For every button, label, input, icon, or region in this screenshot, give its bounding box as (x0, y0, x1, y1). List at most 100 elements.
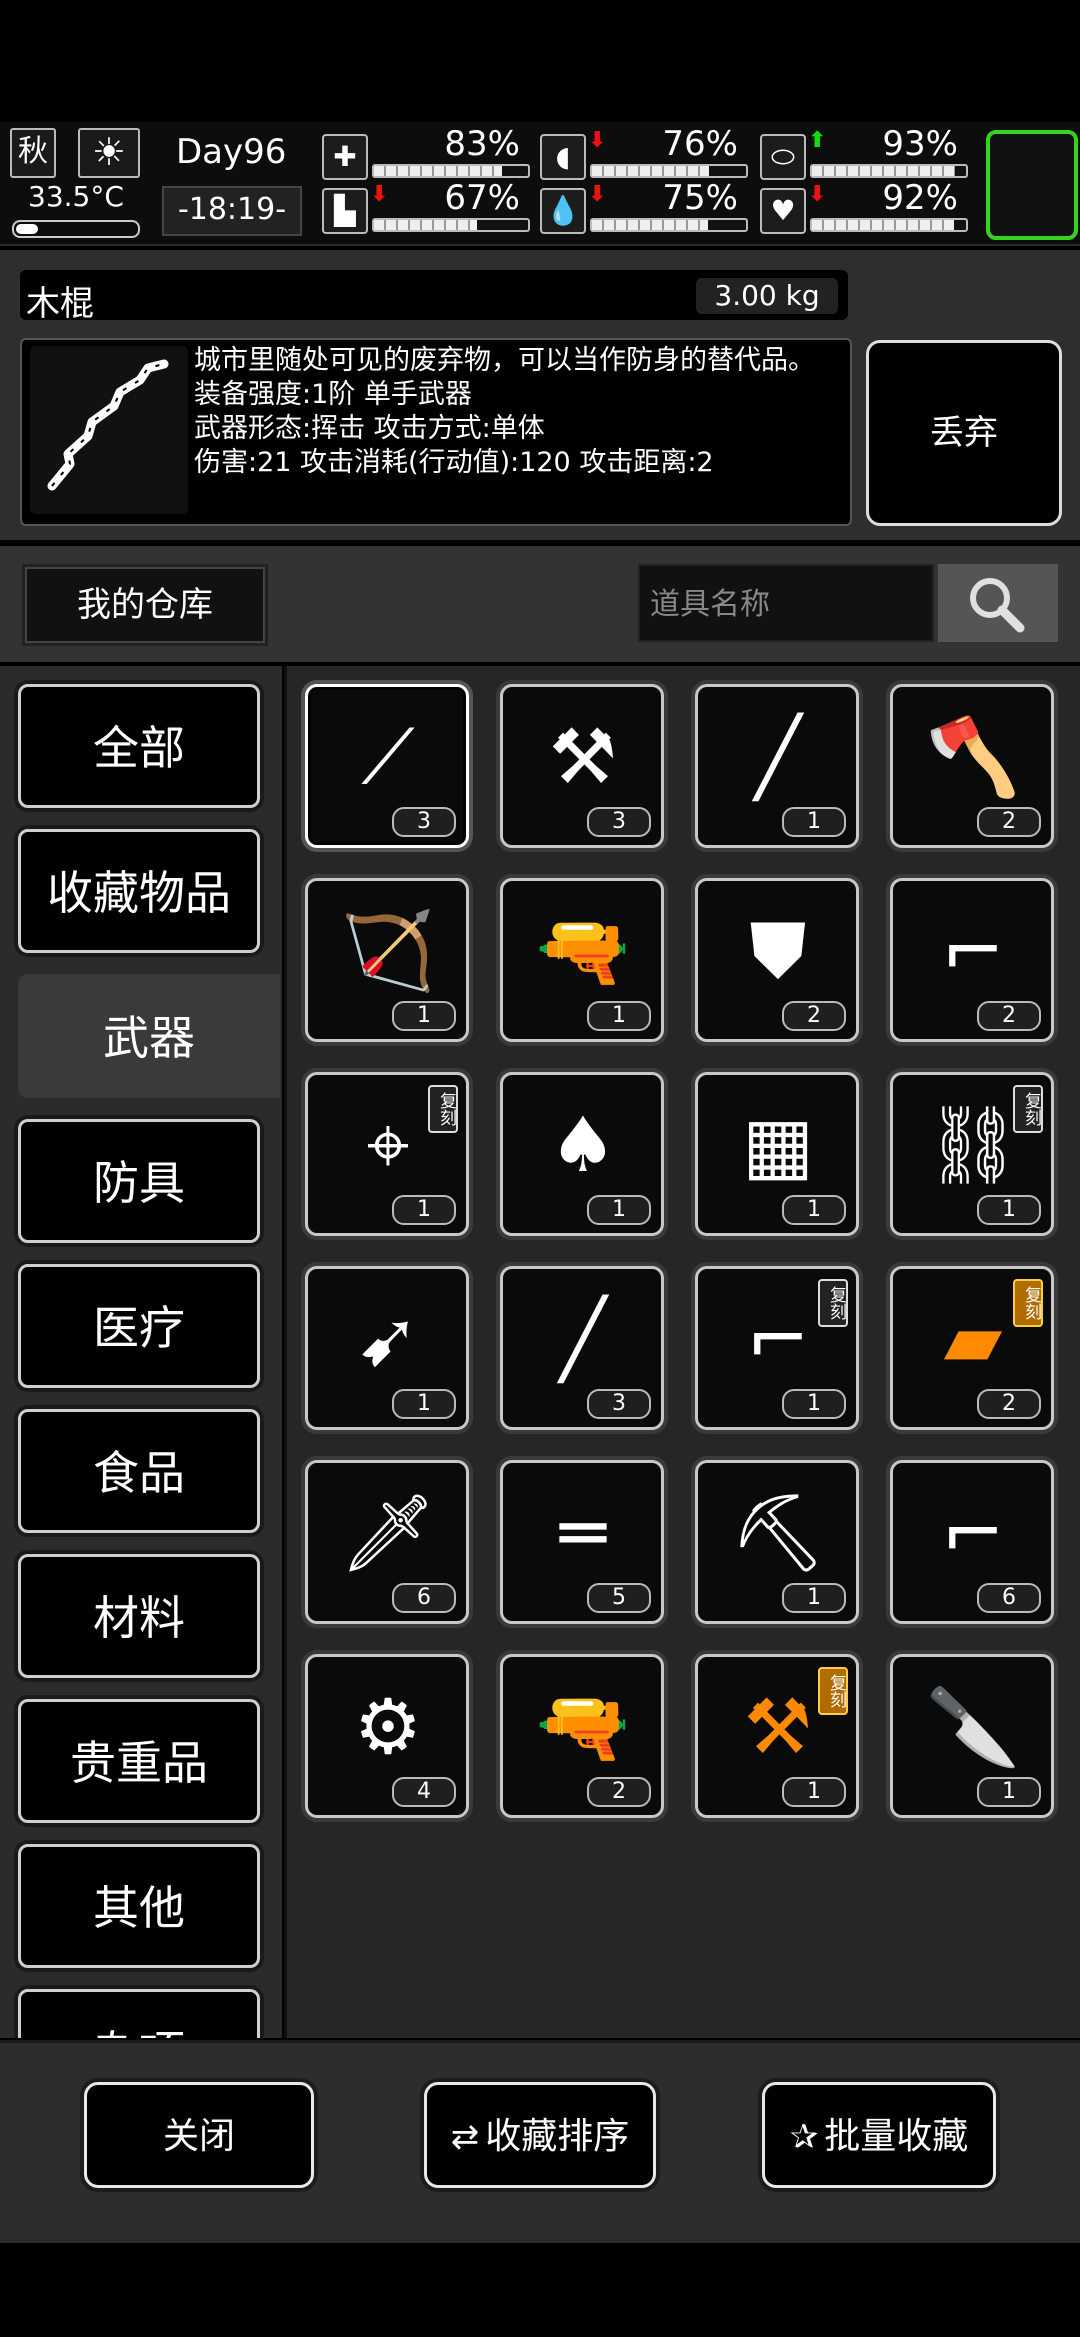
item-slot[interactable]: ➹ 1 (305, 1266, 469, 1430)
category-item[interactable]: 贵重品 (18, 1699, 260, 1823)
replica-badge: 复刻 (818, 1279, 848, 1327)
item-slot[interactable]: ⛓ 复刻 1 (890, 1072, 1054, 1236)
item-slot[interactable]: 🔫 2 (500, 1654, 664, 1818)
category-item[interactable]: 其他 (18, 1844, 260, 1968)
item-count: 2 (782, 1001, 846, 1031)
item-slot[interactable]: ▦ 1 (695, 1072, 859, 1236)
item-slot[interactable]: 🔪 1 (890, 1654, 1054, 1818)
item-slot[interactable]: 🗡 6 (305, 1460, 469, 1624)
item-thumbnail (30, 346, 188, 514)
batch-favorite-label: 批量收藏 (824, 2116, 969, 2157)
screwdriver-icon: ╱ (560, 1294, 606, 1383)
category-item[interactable]: 医疗 (18, 1264, 260, 1388)
item-slot[interactable]: ═ 5 (500, 1460, 664, 1624)
wooden-stick-icon (47, 359, 169, 491)
item-count: 5 (587, 1583, 651, 1613)
quick-slot-button[interactable] (986, 130, 1078, 240)
item-slot[interactable]: ⛊ 2 (695, 878, 859, 1042)
swap-arrows-icon: ⇄ (450, 2117, 480, 2157)
item-description: 城市里随处可见的废弃物，可以当作防身的替代品。 装备强度:1阶 单手武器 武器形… (194, 345, 815, 478)
pistol-icon: 🔫 (535, 1682, 631, 1771)
sun-icon: ☀ (78, 128, 140, 178)
replica-badge: 复刻 (1013, 1279, 1043, 1327)
assault-rifle-icon: ⌐ (941, 906, 1005, 995)
arrow-down-icon: ⬇ (808, 182, 827, 207)
stars-icon: ✰ (789, 2117, 819, 2157)
item-count: 2 (587, 1777, 651, 1807)
riot-shield-icon: ⛊ (749, 906, 807, 995)
item-slot[interactable]: ⚙ 4 (305, 1654, 469, 1818)
close-label: 关闭 (162, 2116, 235, 2157)
stat-bar (372, 218, 530, 232)
category-item[interactable]: 食品 (18, 1409, 260, 1533)
medkit-icon: ✚ (322, 134, 368, 180)
tab-my-warehouse[interactable]: 我的仓库 (22, 564, 268, 646)
nail-gun-icon: ⛏ (729, 1488, 827, 1577)
boot-icon: ▙ (322, 188, 368, 234)
item-slot[interactable]: ▰ 复刻 2 (890, 1266, 1054, 1430)
water-drop-icon: 💧 (540, 188, 586, 234)
category-item[interactable]: 防具 (18, 1119, 260, 1243)
item-count: 2 (977, 1389, 1041, 1419)
baseball-bat-icon: ╱ (755, 712, 801, 801)
category-item[interactable]: 杂项 (18, 1989, 260, 2038)
item-slot[interactable]: ⌐ 6 (890, 1460, 1054, 1624)
item-slot[interactable]: ⟋ 3 (305, 684, 469, 848)
stat-value: 83% (444, 124, 520, 164)
discard-button[interactable]: 丢弃 (866, 340, 1062, 526)
shovel-icon: ♠ (548, 1100, 618, 1189)
compound-bow-icon: 🏹 (340, 906, 436, 995)
season-indicator: 秋 (10, 128, 56, 178)
rocket-launcher-icon: ➹ (356, 1294, 420, 1383)
item-count: 1 (587, 1001, 651, 1031)
day-counter: Day96 (176, 132, 287, 172)
shotgun-icon: ═ (560, 1488, 606, 1577)
item-slot[interactable]: ╱ 1 (695, 684, 859, 848)
category-item[interactable]: 全部 (18, 684, 260, 808)
item-slot[interactable]: ╱ 3 (500, 1266, 664, 1430)
item-slot[interactable]: 🪓 2 (890, 684, 1054, 848)
item-grid: ⟋ 3 ⚒ 3 ╱ 1 🪓 2 🏹 1 🔫 1 ⛊ 2 ⌐ 2 ⌖ 复刻 1 ♠ 1 ▦ 1 ⛓ 复刻 1 ➹ 1 ╱ 3 ⌐ 复刻 1 ▰ 复刻 2… (284, 666, 1080, 2038)
item-slot[interactable]: ⚒ 复刻 1 (695, 1654, 859, 1818)
item-slot[interactable]: ⌖ 复刻 1 (305, 1072, 469, 1236)
rifle-icon: ⌐ (941, 1488, 1005, 1577)
stat-value: 76% (662, 124, 738, 164)
search-input[interactable]: 道具名称 (638, 564, 934, 642)
category-item[interactable]: 收藏物品 (18, 829, 260, 953)
item-count: 4 (392, 1777, 456, 1807)
item-count: 6 (977, 1583, 1041, 1613)
replica-badge: 复刻 (1013, 1085, 1043, 1133)
replica-badge: 复刻 (818, 1667, 848, 1715)
item-slot[interactable]: 🔫 1 (500, 878, 664, 1042)
search-icon (970, 578, 1025, 633)
item-name: 木棍 (26, 284, 94, 324)
item-slot[interactable]: ♠ 1 (500, 1072, 664, 1236)
batch-favorite-button[interactable]: ✰ 批量收藏 (762, 2082, 996, 2188)
temperature-readout: 33.5°C (28, 180, 124, 213)
arrow-down-icon: ⬇ (588, 128, 607, 153)
stomach-icon: ◖ (540, 134, 586, 180)
item-slot[interactable]: 🏹 1 (305, 878, 469, 1042)
item-slot[interactable]: ⛏ 1 (695, 1460, 859, 1624)
sort-favorites-label: 收藏排序 (485, 2116, 630, 2157)
item-slot[interactable]: ⌐ 2 (890, 878, 1054, 1042)
stat-bar (810, 164, 968, 178)
ballistic-shield-icon: ▦ (742, 1100, 814, 1189)
item-slot[interactable]: ⚒ 3 (500, 684, 664, 848)
machete-icon: 🔪 (925, 1682, 1021, 1771)
stat-value: 92% (882, 178, 958, 218)
temperature-gauge (12, 220, 140, 238)
category-sidebar[interactable]: 全部收藏物品武器防具医疗食品材料贵重品其他杂项 (0, 666, 282, 2038)
close-button[interactable]: 关闭 (84, 2082, 314, 2188)
broadsword-icon: 🗡 (339, 1488, 437, 1577)
item-count: 2 (977, 807, 1041, 837)
sort-favorites-button[interactable]: ⇄ 收藏排序 (424, 2082, 656, 2188)
game-clock: -18:19- (162, 186, 302, 236)
stat-value: 67% (444, 178, 520, 218)
category-item[interactable]: 武器 (18, 974, 280, 1098)
search-button[interactable] (938, 564, 1058, 642)
item-slot[interactable]: ⌐ 复刻 1 (695, 1266, 859, 1430)
heart-icon: ♥ (760, 188, 806, 234)
category-item[interactable]: 材料 (18, 1554, 260, 1678)
item-count: 1 (782, 1777, 846, 1807)
